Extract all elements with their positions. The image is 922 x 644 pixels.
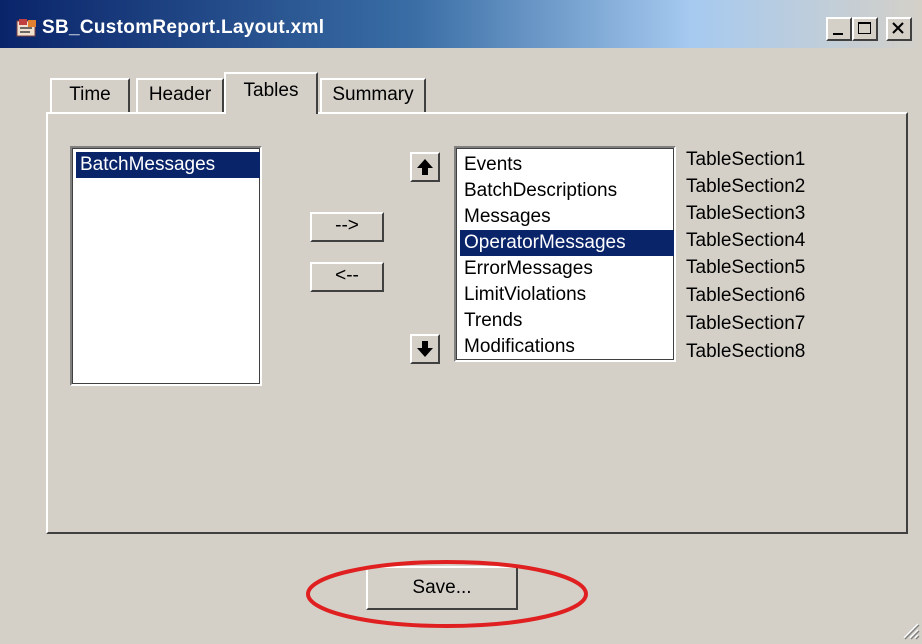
list-item[interactable]: LimitViolations: [460, 282, 674, 308]
list-item[interactable]: BatchMessages: [76, 152, 260, 178]
section-label: TableSection6: [686, 285, 806, 306]
list-item[interactable]: Messages: [460, 204, 674, 230]
arrow-down-icon: [417, 341, 433, 357]
app-icon: [16, 19, 36, 37]
section-label: TableSection4: [686, 230, 806, 251]
tab-time[interactable]: Time: [50, 78, 130, 112]
list-item[interactable]: BatchDescriptions: [460, 178, 674, 204]
dialog-window: SB_CustomReport.Layout.xml Time Header T…: [0, 0, 922, 644]
section-label: TableSection8: [686, 341, 806, 362]
close-icon: [892, 22, 904, 34]
minimize-icon: [833, 33, 843, 35]
minimize-button[interactable]: [826, 17, 852, 41]
list-item[interactable]: Modifications: [460, 334, 674, 360]
add-table-button[interactable]: -->: [310, 212, 384, 242]
window-title: SB_CustomReport.Layout.xml: [42, 17, 325, 38]
available-tables-list[interactable]: BatchMessages: [70, 146, 262, 386]
tab-header[interactable]: Header: [136, 78, 224, 112]
list-item[interactable]: OperatorMessages: [460, 230, 674, 256]
maximize-button[interactable]: [852, 17, 878, 41]
title-bar[interactable]: SB_CustomReport.Layout.xml: [0, 0, 922, 48]
tab-tables[interactable]: Tables: [224, 72, 318, 114]
resize-grip-icon[interactable]: [898, 618, 920, 640]
save-button[interactable]: Save...: [366, 566, 518, 610]
list-item[interactable]: Trends: [460, 308, 674, 334]
maximize-icon: [858, 22, 871, 34]
section-label: TableSection7: [686, 313, 806, 334]
close-button[interactable]: [886, 17, 912, 41]
selected-tables-list[interactable]: Events BatchDescriptions Messages Operat…: [454, 146, 676, 362]
move-up-button[interactable]: [410, 152, 440, 182]
section-label: TableSection5: [686, 257, 806, 278]
tab-summary[interactable]: Summary: [320, 78, 426, 112]
move-down-button[interactable]: [410, 334, 440, 364]
list-item[interactable]: Events: [460, 152, 674, 178]
section-label: TableSection2: [686, 176, 806, 197]
remove-table-button[interactable]: <--: [310, 262, 384, 292]
list-item[interactable]: ErrorMessages: [460, 256, 674, 282]
section-label: TableSection1: [686, 149, 806, 170]
arrow-up-icon: [417, 159, 433, 175]
section-label: TableSection3: [686, 203, 806, 224]
